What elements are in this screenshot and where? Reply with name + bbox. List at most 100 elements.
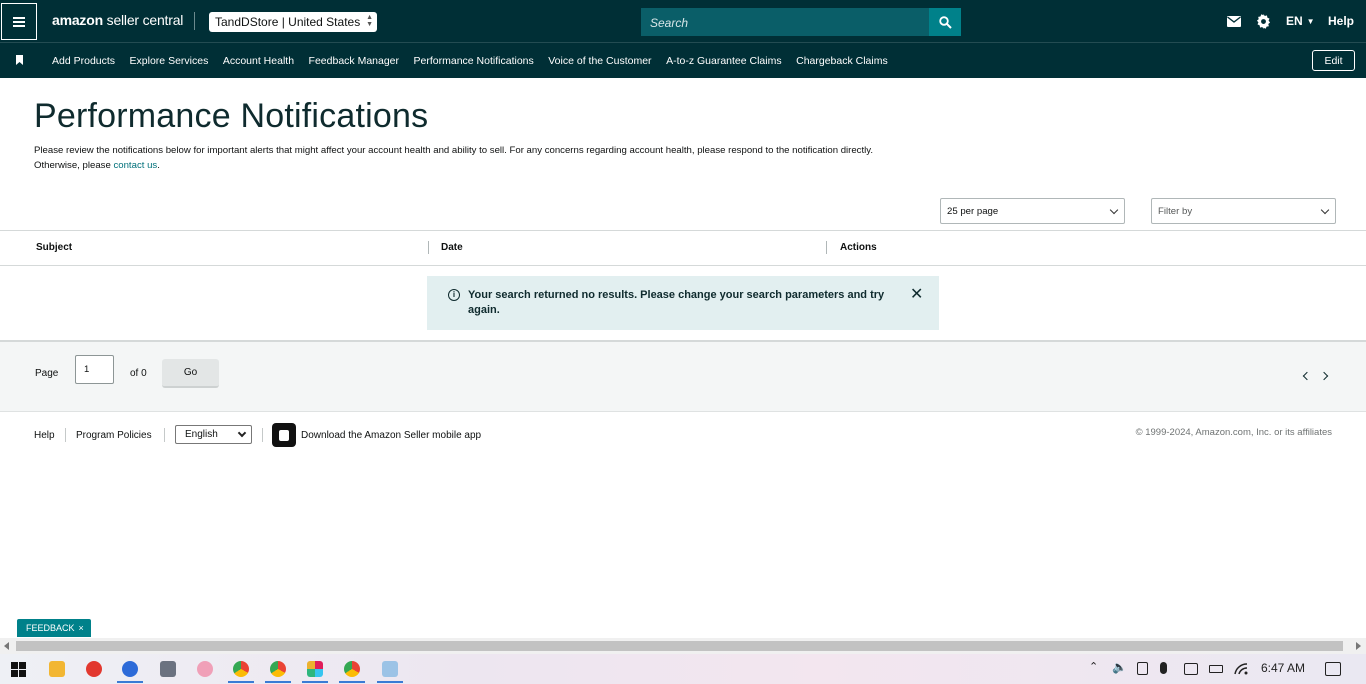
messages-button[interactable] (1227, 0, 1241, 42)
taskbar-active-indicator (228, 681, 254, 683)
seller-central-logo[interactable]: amazon seller central (52, 12, 183, 28)
up-down-arrows-icon: ▲ ▼ (366, 14, 373, 28)
horizontal-scrollbar[interactable] (0, 638, 1366, 654)
nav-item-performance-notifications[interactable]: Performance Notifications (414, 55, 534, 67)
hamburger-icon (13, 20, 25, 23)
download-app-link[interactable]: Download the Amazon Seller mobile app (301, 430, 481, 441)
scroll-left-icon[interactable] (4, 642, 9, 650)
page-title: Performance Notifications (34, 97, 429, 135)
battery-icon[interactable] (1209, 665, 1223, 673)
chrome-profile-icon[interactable] (270, 661, 286, 677)
file-explorer-icon[interactable] (49, 661, 65, 677)
store-selector[interactable]: TandDStore | United States ▲ ▼ (209, 12, 377, 32)
cast-icon[interactable] (1184, 663, 1198, 675)
amazon-app-icon[interactable] (272, 423, 296, 447)
taskbar-active-indicator (302, 681, 328, 683)
store-selector-value: TandDStore | United States (215, 15, 361, 29)
page-total-label: of 0 (130, 368, 147, 379)
footer-divider (164, 428, 165, 442)
per-page-select[interactable]: 25 per page (940, 198, 1125, 224)
feedback-tab[interactable]: FEEDBACK × (17, 619, 91, 637)
search-input[interactable]: Search (641, 8, 930, 36)
language-selector[interactable]: EN ▼ (1286, 0, 1315, 42)
settings-button[interactable] (1256, 0, 1271, 42)
edit-button[interactable]: Edit (1312, 50, 1355, 71)
nav-item-account-health[interactable]: Account Health (223, 55, 294, 67)
no-results-alert: i Your search returned no results. Pleas… (427, 276, 939, 330)
nav-item-add-products[interactable]: Add Products (52, 55, 115, 67)
speaker-icon[interactable]: 🔈 (1112, 660, 1127, 674)
taskbar-active-indicator (117, 681, 143, 683)
scrollbar-thumb[interactable] (16, 641, 1343, 651)
column-divider (428, 241, 429, 254)
feedback-label: FEEDBACK (26, 623, 75, 633)
page-label: Page (35, 368, 59, 379)
chrome-active-icon[interactable] (344, 661, 360, 677)
help-link[interactable]: Help (1328, 0, 1354, 42)
description-end: . (157, 160, 160, 171)
search-placeholder: Search (650, 16, 689, 30)
windows-taskbar: ⌃ 🔈 6:47 AM (0, 654, 1366, 684)
chrome-icon[interactable] (233, 661, 249, 677)
nav-item-voice-of-the-customer[interactable]: Voice of the Customer (548, 55, 651, 67)
clock-time[interactable]: 6:47 AM (1261, 661, 1305, 675)
table-header: Subject Date Actions (0, 231, 1366, 266)
snipping-tool-icon[interactable] (197, 661, 213, 677)
nav-item-feedback-manager[interactable]: Feedback Manager (309, 55, 399, 67)
windows-start-icon[interactable] (11, 662, 26, 677)
chevron-up-icon[interactable]: ⌃ (1089, 660, 1098, 673)
column-header-subject[interactable]: Subject (36, 242, 72, 253)
pagination-bar: Page 1 of 0 Go (0, 342, 1366, 412)
help-label: Help (1328, 14, 1355, 28)
chevron-down-icon (1320, 205, 1330, 215)
nav-item-explore-services[interactable]: Explore Services (130, 55, 209, 67)
search-icon (938, 15, 952, 29)
logo-brand: amazon (52, 12, 103, 28)
slack-icon[interactable] (307, 661, 323, 677)
taskbar-active-indicator (339, 681, 365, 683)
bookmark-icon[interactable] (16, 55, 23, 65)
nav-item-a-to-z-claims[interactable]: A-to-z Guarantee Claims (666, 55, 782, 67)
mail-icon (1227, 15, 1241, 27)
column-header-date[interactable]: Date (441, 242, 463, 253)
go-button[interactable]: Go (162, 359, 219, 388)
contact-us-link[interactable]: contact us (113, 160, 157, 171)
no-results-message: Your search returned no results. Please … (468, 289, 885, 316)
language-label: EN (1286, 14, 1303, 28)
logo-divider (194, 12, 195, 30)
filter-select[interactable]: Filter by (1151, 198, 1336, 224)
page-number-input[interactable]: 1 (75, 355, 114, 384)
zoom-icon[interactable] (122, 661, 138, 677)
chevron-left-icon[interactable] (1302, 371, 1312, 381)
scroll-right-icon[interactable] (1356, 642, 1361, 650)
chevron-right-icon[interactable] (1319, 371, 1329, 381)
wifi-icon[interactable] (1234, 663, 1248, 675)
page-footer: Help Program Policies English Download t… (0, 413, 1366, 453)
nav-item-chargeback-claims[interactable]: Chargeback Claims (796, 55, 888, 67)
footer-divider (262, 428, 263, 442)
column-divider (826, 241, 827, 254)
wps-office-icon[interactable] (86, 661, 102, 677)
calculator-icon[interactable] (160, 661, 176, 677)
microphone-icon[interactable] (1160, 662, 1167, 674)
taskbar-active-indicator (265, 681, 291, 683)
footer-divider (65, 428, 66, 442)
footer-language-value: English (185, 429, 218, 440)
camera-icon[interactable] (1137, 662, 1148, 675)
copyright-text: © 1999-2024, Amazon.com, Inc. or its aff… (1135, 427, 1332, 438)
per-page-value: 25 per page (947, 206, 999, 217)
footer-language-select[interactable]: English (175, 425, 252, 444)
footer-help-link[interactable]: Help (34, 430, 55, 441)
caret-down-icon: ▼ (1306, 16, 1315, 26)
close-icon[interactable]: ✕ (910, 287, 923, 303)
close-icon[interactable]: × (79, 623, 84, 633)
notification-center-icon[interactable] (1325, 662, 1341, 676)
search-button[interactable] (929, 8, 961, 36)
info-icon: i (448, 289, 460, 301)
logo-product: seller central (106, 12, 184, 28)
menu-button[interactable] (1, 3, 37, 40)
notepad-icon[interactable] (382, 661, 398, 677)
page-description: Please review the notifications below fo… (34, 143, 884, 173)
program-policies-link[interactable]: Program Policies (76, 430, 152, 441)
chevron-down-icon (237, 428, 247, 438)
